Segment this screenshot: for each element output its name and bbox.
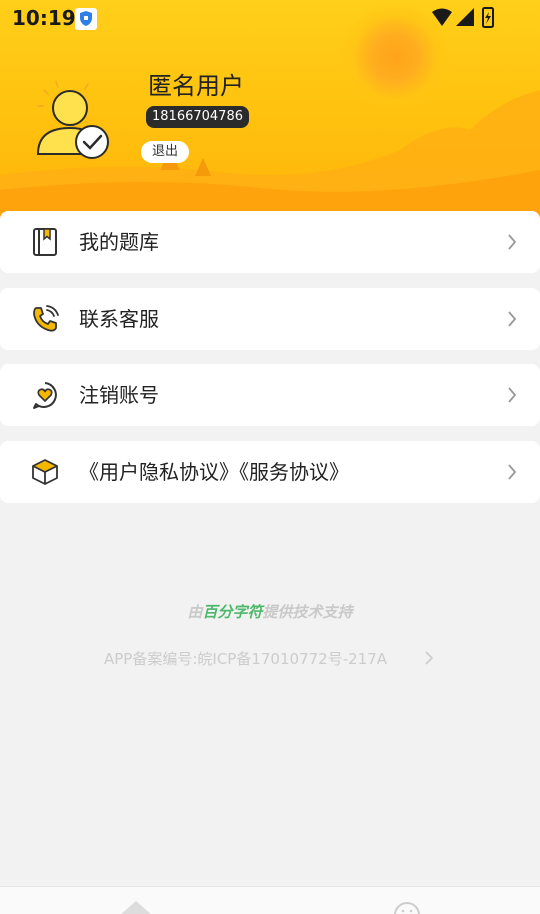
avatar [36, 81, 109, 159]
menu-label: 注销账号 [79, 383, 159, 407]
logout-button[interactable]: 退出 [141, 141, 189, 163]
powered-by-text: 由百分字符提供技术支持 [0, 601, 540, 622]
box-icon [32, 459, 58, 485]
heart-chat-icon [33, 382, 57, 409]
status-time: 10:19 [12, 6, 76, 30]
home-tab-icon[interactable] [118, 899, 154, 914]
profile-tab-icon[interactable] [392, 899, 422, 914]
profile-header: 10:19 匿名用户 18166704786 退出 [0, 0, 540, 230]
phone-icon [33, 305, 59, 332]
chevron-right-icon [508, 234, 517, 250]
wifi-icon [432, 8, 452, 26]
chevron-right-icon [508, 464, 517, 480]
menu-label: 《用户隐私协议》《服务协议》 [79, 460, 349, 484]
menu-label: 联系客服 [79, 307, 159, 331]
chevron-right-icon [508, 311, 517, 327]
signal-icon [456, 8, 474, 26]
shield-icon [75, 8, 97, 30]
powered-suffix: 提供技术支持 [262, 603, 353, 621]
powered-prefix: 由 [187, 603, 203, 621]
menu-item-question-bank[interactable]: 我的题库 [0, 211, 540, 273]
icp-filing-link[interactable]: APP备案编号:皖ICP备17010772号-217A [104, 648, 387, 669]
username: 匿名用户 [148, 72, 244, 100]
menu-item-delete-account[interactable]: 注销账号 [0, 364, 540, 426]
menu-item-agreements[interactable]: 《用户隐私协议》《服务协议》 [0, 441, 540, 503]
chevron-right-icon [425, 651, 434, 665]
bottom-nav [0, 886, 540, 914]
powered-brand: 百分字符 [202, 603, 263, 621]
status-icons [432, 7, 494, 28]
book-icon [33, 228, 57, 256]
chevron-right-icon [508, 387, 517, 403]
menu-label: 我的题库 [79, 230, 159, 254]
menu-item-customer-service[interactable]: 联系客服 [0, 288, 540, 350]
status-bar: 10:19 [0, 0, 540, 36]
phone-badge: 18166704786 [146, 106, 249, 128]
